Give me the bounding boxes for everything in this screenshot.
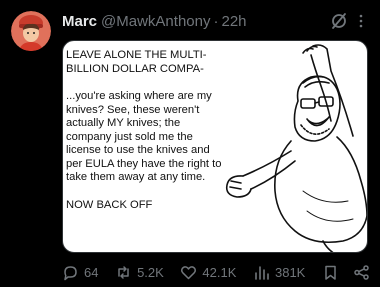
share-icon — [354, 264, 369, 280]
post-header: Marc @MawkAnthony · 22h — [62, 11, 380, 31]
post-time[interactable]: 22h — [221, 13, 246, 30]
post-media[interactable]: LEAVE ALONE THE MULTI-BILLION DOLLAR COM… — [62, 40, 368, 253]
grok-icon[interactable] — [330, 11, 348, 31]
like-count: 42.1K — [202, 264, 237, 280]
reply-button[interactable]: 64 — [62, 264, 98, 281]
bookmark-button[interactable] — [322, 264, 339, 281]
repost-count: 5.2K — [137, 264, 164, 280]
secondary-actions — [322, 264, 370, 281]
meme-text: LEAVE ALONE THE MULTI-BILLION DOLLAR COM… — [66, 49, 226, 212]
meme-line-2: ...you're asking where are my knives? Se… — [66, 90, 222, 183]
views-icon — [255, 265, 269, 280]
author-avatar[interactable] — [11, 11, 51, 51]
author-name[interactable]: Marc — [62, 13, 97, 30]
bookmark-icon — [325, 265, 336, 280]
reply-count: 64 — [84, 264, 99, 280]
separator-dot: · — [213, 12, 219, 30]
heart-icon — [181, 265, 197, 279]
repost-button[interactable]: 5.2K — [115, 264, 164, 281]
reply-icon — [64, 265, 77, 280]
post-actions: 64 5.2K 42.1K 381K — [62, 262, 370, 282]
more-icon[interactable] — [354, 11, 368, 31]
meme-line-3: NOW BACK OFF — [66, 198, 153, 211]
views-count: 381K — [274, 264, 306, 280]
meme-line-1: LEAVE ALONE THE MULTI-BILLION DOLLAR COM… — [66, 49, 207, 75]
meme-figure-illustration — [225, 44, 367, 252]
share-button[interactable] — [353, 264, 370, 281]
views-button[interactable]: 381K — [253, 264, 305, 281]
avatar-image — [11, 11, 51, 51]
author-handle[interactable]: @MawkAnthony — [101, 13, 210, 30]
repost-icon — [118, 265, 129, 279]
like-button[interactable]: 42.1K — [180, 264, 236, 281]
